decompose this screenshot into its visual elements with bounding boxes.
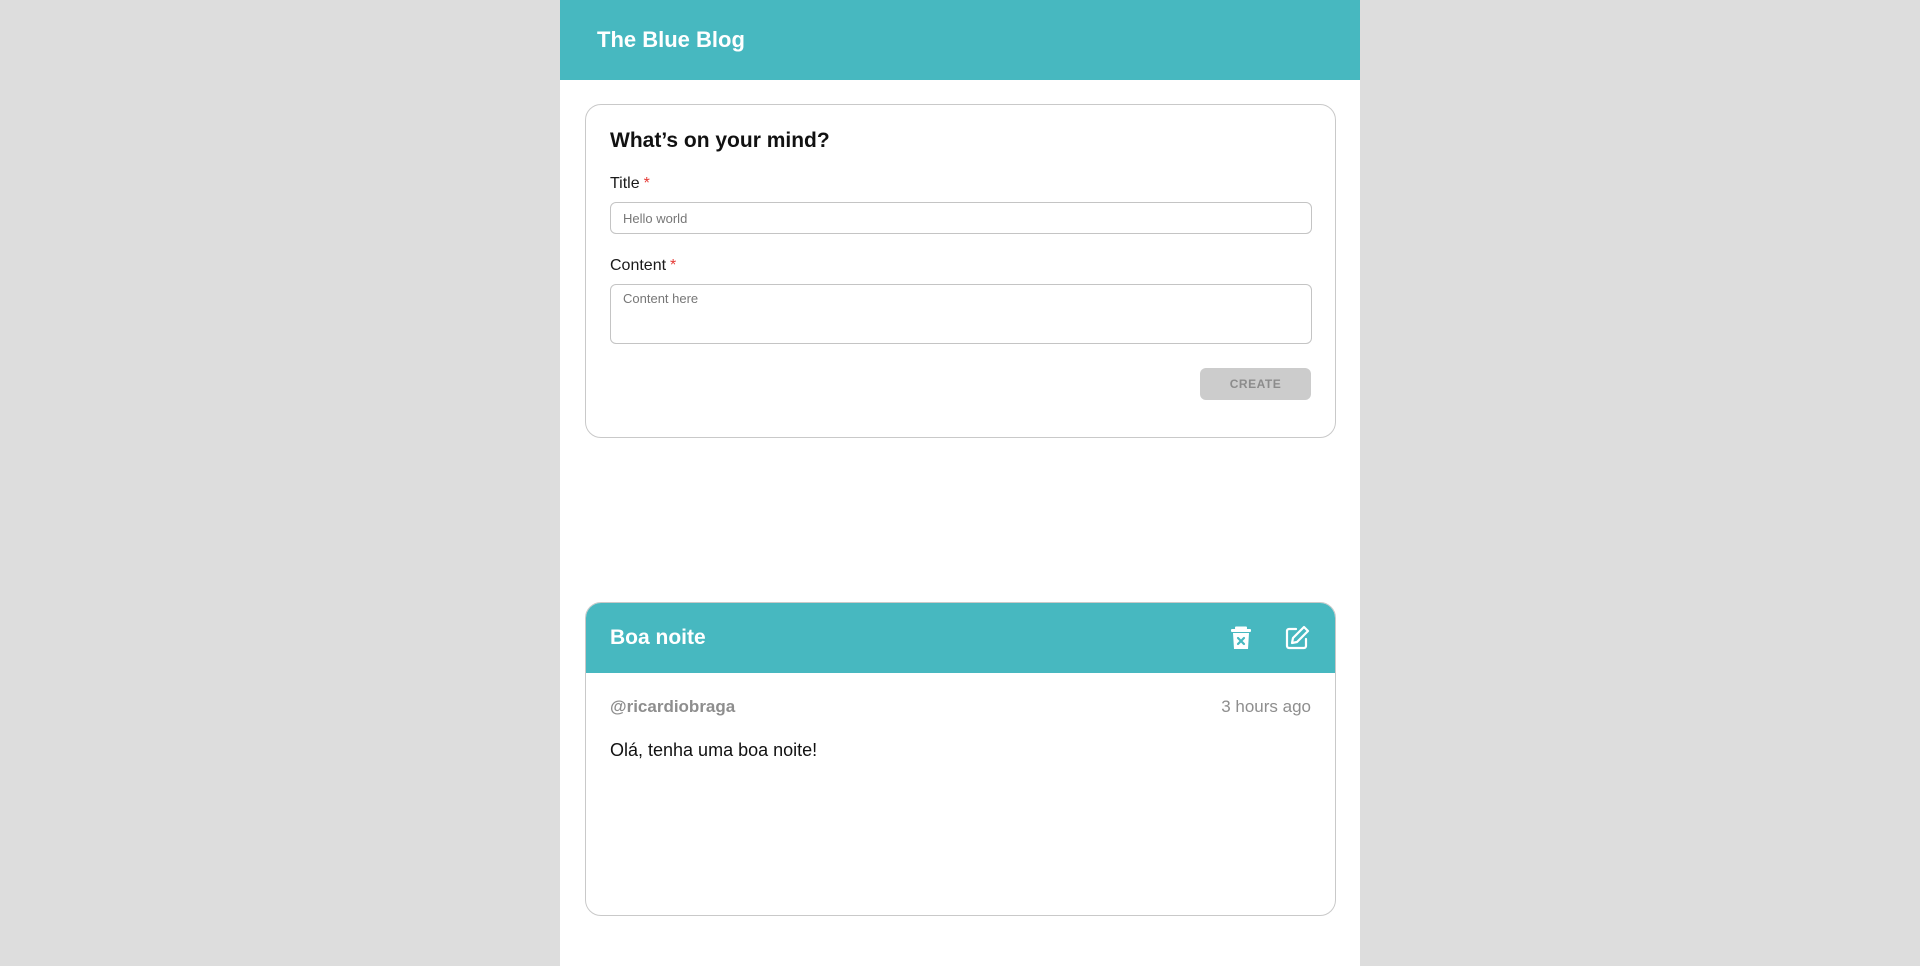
- create-button[interactable]: CREATE: [1200, 368, 1311, 400]
- app-container: The Blue Blog What’s on your mind? Title…: [560, 0, 1360, 966]
- title-label-text: Title: [610, 175, 640, 192]
- title-label: Title *: [610, 175, 1311, 193]
- compose-heading: What’s on your mind?: [610, 129, 830, 152]
- content-input[interactable]: [610, 284, 1312, 344]
- post-header: Boa noite: [586, 603, 1335, 673]
- post-title: Boa noite: [610, 626, 706, 649]
- post-timestamp: 3 hours ago: [1221, 697, 1311, 716]
- content-required-marker: *: [670, 257, 677, 274]
- content-label: Content *: [610, 257, 1311, 275]
- post-content: Olá, tenha uma boa noite!: [610, 740, 818, 760]
- post-body: @ricardiobraga 3 hours ago Olá, tenha um…: [586, 673, 1335, 785]
- post-card: Boa noite @ricardiobraga 3 hours ago Olá…: [585, 602, 1336, 916]
- post-author[interactable]: @ricardiobraga: [610, 697, 735, 717]
- trash-x-icon[interactable]: [1227, 624, 1255, 652]
- content-label-text: Content: [610, 257, 667, 274]
- post-actions: [1227, 624, 1311, 652]
- app-header: The Blue Blog: [560, 0, 1360, 80]
- post-meta: @ricardiobraga 3 hours ago: [610, 697, 1311, 717]
- compose-card: What’s on your mind? Title* Content* CRE…: [585, 104, 1336, 438]
- compose-actions: CREATE: [610, 368, 1311, 400]
- title-required-marker: *: [643, 175, 650, 192]
- edit-icon[interactable]: [1283, 624, 1311, 652]
- title-input[interactable]: [610, 202, 1312, 234]
- app-title: The Blue Blog: [597, 27, 745, 52]
